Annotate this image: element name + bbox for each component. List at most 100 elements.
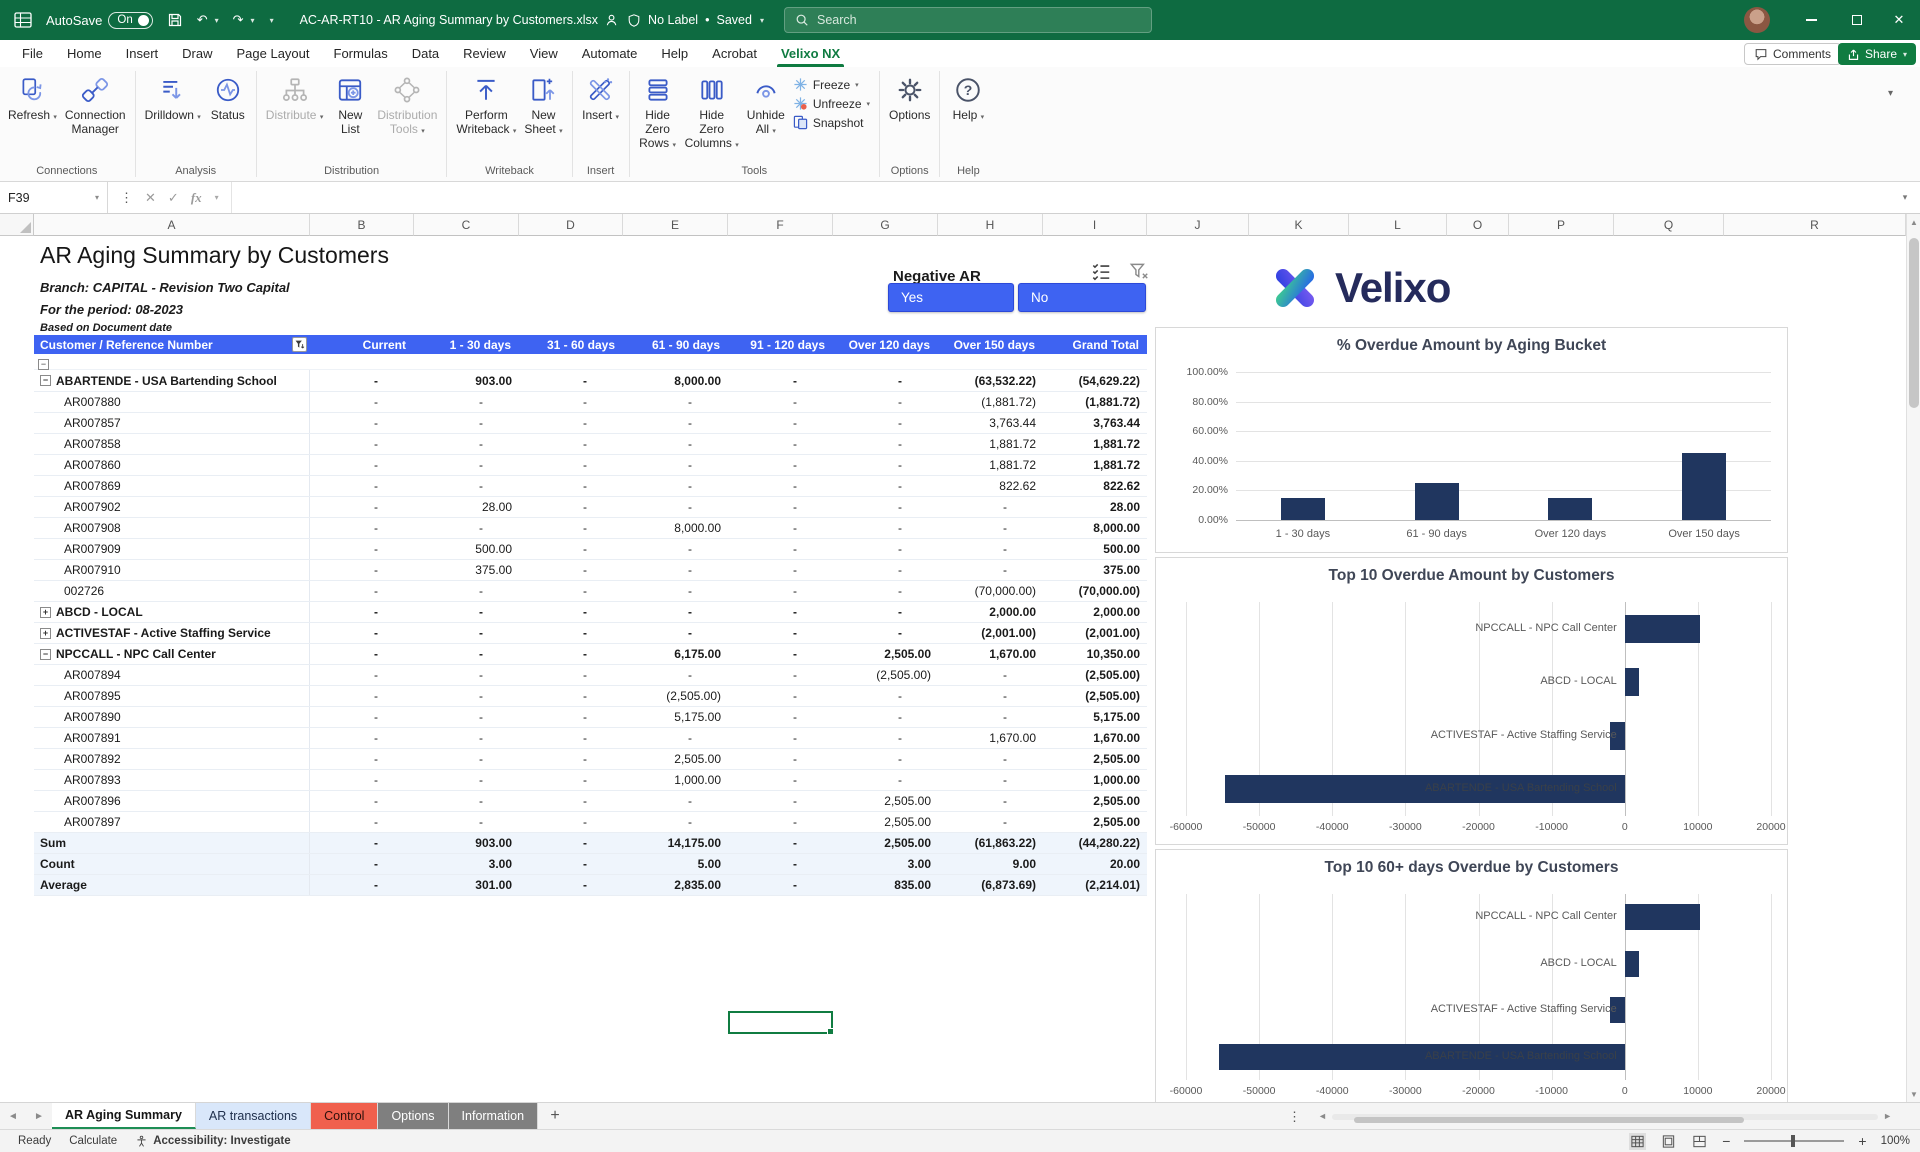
value-cell[interactable]: (1,881.72) — [938, 392, 1043, 412]
value-cell[interactable]: - — [728, 644, 833, 664]
value-cell[interactable]: - — [938, 665, 1043, 685]
value-cell[interactable]: 2,000.00 — [1043, 602, 1147, 622]
value-cell[interactable]: (61,863.22) — [938, 833, 1043, 853]
column-header-C[interactable]: C — [414, 214, 519, 236]
ribbon-tab-formulas[interactable]: Formulas — [322, 40, 400, 67]
table-header-col[interactable]: Grand Total — [1043, 335, 1147, 354]
value-cell[interactable]: - — [519, 791, 623, 811]
value-cell[interactable]: - — [938, 749, 1043, 769]
value-cell[interactable]: - — [310, 560, 414, 580]
table-header-col[interactable]: 91 - 120 days — [728, 335, 833, 354]
value-cell[interactable]: 10,350.00 — [1043, 644, 1147, 664]
customer-cell[interactable]: AR007908 — [34, 518, 310, 538]
value-cell[interactable]: - — [623, 602, 728, 622]
customer-cell[interactable]: Count — [34, 854, 310, 874]
value-cell[interactable]: - — [414, 728, 519, 748]
value-cell[interactable]: - — [623, 413, 728, 433]
redo-button[interactable]: ↷▾ — [233, 12, 255, 28]
value-cell[interactable]: 2,505.00 — [623, 749, 728, 769]
table-header-col[interactable]: 61 - 90 days — [623, 335, 728, 354]
value-cell[interactable]: (70,000.00) — [1043, 581, 1147, 601]
value-cell[interactable]: - — [728, 392, 833, 412]
zoom-out-button[interactable]: − — [1722, 1133, 1730, 1149]
scroll-up-arrow[interactable]: ▲ — [1907, 214, 1920, 230]
value-cell[interactable]: - — [728, 665, 833, 685]
value-cell[interactable]: - — [728, 854, 833, 874]
value-cell[interactable]: - — [519, 644, 623, 664]
value-cell[interactable]: - — [519, 370, 623, 391]
value-cell[interactable]: - — [310, 728, 414, 748]
value-cell[interactable]: - — [728, 623, 833, 643]
vertical-scrollbar[interactable]: ▲ ▼ — [1906, 214, 1920, 1102]
value-cell[interactable]: - — [414, 644, 519, 664]
column-header-J[interactable]: J — [1147, 214, 1249, 236]
table-row[interactable]: 002726------(70,000.00)(70,000.00) — [34, 581, 1147, 602]
column-header-K[interactable]: K — [1249, 214, 1349, 236]
table-row[interactable]: AR007909-500.00-----500.00 — [34, 539, 1147, 560]
table-row[interactable]: AR007857------3,763.443,763.44 — [34, 413, 1147, 434]
share-button[interactable]: Share ▾ — [1838, 43, 1916, 65]
sort-filter-button[interactable] — [292, 337, 307, 352]
ribbon-tab-draw[interactable]: Draw — [170, 40, 224, 67]
customer-cell[interactable]: −ABARTENDE - USA Bartending School — [34, 370, 310, 391]
ribbon-tab-acrobat[interactable]: Acrobat — [700, 40, 769, 67]
customer-cell[interactable]: AR007858 — [34, 434, 310, 454]
customer-cell[interactable]: AR007893 — [34, 770, 310, 790]
customer-cell[interactable]: 002726 — [34, 581, 310, 601]
table-row[interactable]: +ACTIVESTAF - Active Staffing Service---… — [34, 623, 1147, 644]
value-cell[interactable]: (44,280.22) — [1043, 833, 1147, 853]
value-cell[interactable]: - — [728, 370, 833, 391]
column-header-G[interactable]: G — [833, 214, 938, 236]
value-cell[interactable]: - — [833, 749, 938, 769]
scroll-left-arrow[interactable]: ◄ — [1318, 1111, 1327, 1121]
value-cell[interactable]: - — [519, 602, 623, 622]
table-row[interactable]: Count-3.00-5.00-3.009.0020.00 — [34, 854, 1147, 875]
value-cell[interactable]: (2,001.00) — [938, 623, 1043, 643]
ribbon-tab-view[interactable]: View — [518, 40, 570, 67]
value-cell[interactable]: - — [310, 434, 414, 454]
value-cell[interactable]: - — [519, 623, 623, 643]
kebab-icon[interactable]: ⋮ — [1288, 1103, 1301, 1130]
sheet-tab-control[interactable]: Control — [311, 1103, 378, 1129]
column-header-L[interactable]: L — [1349, 214, 1447, 236]
unfreeze-button[interactable]: Unfreeze▾ — [793, 96, 870, 111]
value-cell[interactable]: - — [728, 875, 833, 895]
value-cell[interactable]: - — [519, 686, 623, 706]
help-button[interactable]: ?Help ▾ — [945, 71, 991, 127]
value-cell[interactable]: - — [623, 581, 728, 601]
value-cell[interactable]: - — [728, 434, 833, 454]
value-cell[interactable]: 2,505.00 — [1043, 791, 1147, 811]
value-cell[interactable]: 375.00 — [414, 560, 519, 580]
value-cell[interactable]: - — [938, 686, 1043, 706]
accessibility-status[interactable]: Accessibility: Investigate — [135, 1135, 290, 1148]
chart--overdue-amount-by-aging-bucket[interactable]: % Overdue Amount by Aging Bucket0.00%20.… — [1155, 327, 1788, 553]
value-cell[interactable]: - — [938, 812, 1043, 832]
value-cell[interactable]: 9.00 — [938, 854, 1043, 874]
value-cell[interactable]: - — [833, 497, 938, 517]
value-cell[interactable]: - — [519, 539, 623, 559]
value-cell[interactable]: 28.00 — [1043, 497, 1147, 517]
value-cell[interactable]: - — [519, 434, 623, 454]
value-cell[interactable]: - — [623, 392, 728, 412]
value-cell[interactable]: 822.62 — [938, 476, 1043, 496]
search-input[interactable]: Search — [784, 7, 1152, 33]
insert-function-button[interactable]: fx — [191, 190, 202, 206]
value-cell[interactable]: - — [310, 392, 414, 412]
value-cell[interactable]: - — [728, 686, 833, 706]
column-header-E[interactable]: E — [623, 214, 728, 236]
value-cell[interactable]: - — [833, 623, 938, 643]
sheet-tab-information[interactable]: Information — [449, 1103, 539, 1129]
column-header-B[interactable]: B — [310, 214, 414, 236]
status-button[interactable]: Status — [205, 71, 251, 124]
table-row[interactable]: AR007880------(1,881.72)(1,881.72) — [34, 392, 1147, 413]
column-header-F[interactable]: F — [728, 214, 833, 236]
value-cell[interactable]: - — [833, 770, 938, 790]
chart-top-10-60-days-overdue-by-customers[interactable]: Top 10 60+ days Overdue by Customers-600… — [1155, 849, 1788, 1102]
value-cell[interactable]: - — [623, 791, 728, 811]
bar-61---90-days[interactable] — [1415, 483, 1459, 520]
negative-ar-no-button[interactable]: No — [1018, 283, 1146, 312]
value-cell[interactable]: 2,505.00 — [833, 644, 938, 664]
value-cell[interactable]: - — [728, 539, 833, 559]
select-all-corner[interactable] — [0, 214, 34, 236]
bar-1---30-days[interactable] — [1281, 498, 1325, 520]
